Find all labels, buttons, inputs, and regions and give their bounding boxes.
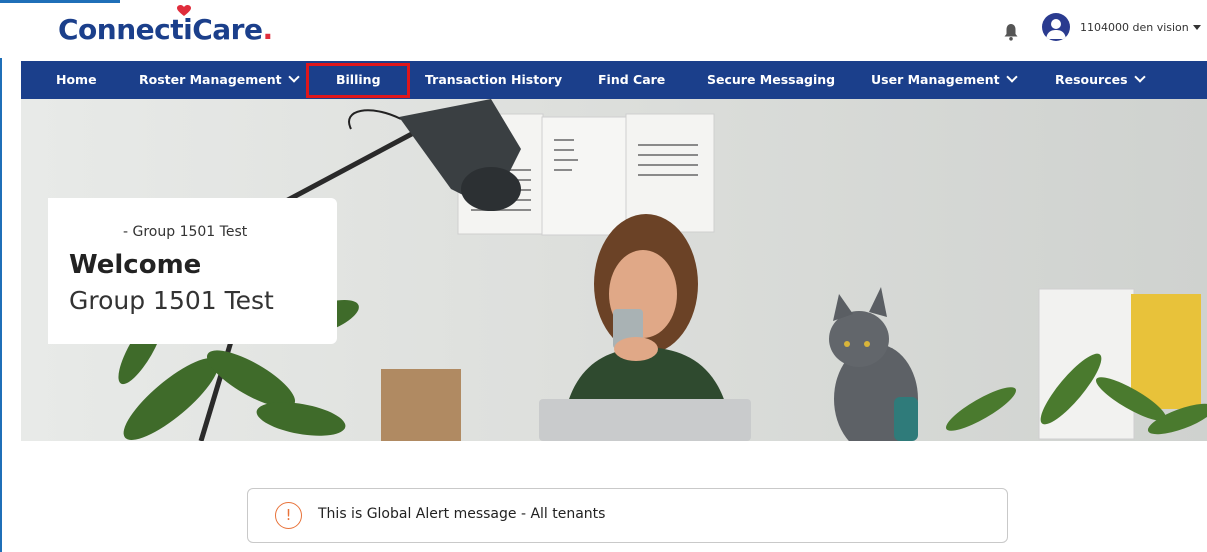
bell-icon[interactable] [1003, 23, 1019, 41]
nav-item-find-care[interactable]: Find Care [598, 61, 665, 99]
chevron-down-icon [1005, 71, 1018, 83]
logo-dot: . [262, 13, 273, 46]
nav-item-home[interactable]: Home [56, 61, 97, 99]
site-header: ConnectiCare. 1104000 den vision [0, 0, 1207, 58]
top-accent-bar [0, 0, 120, 3]
alert-message: This is Global Alert message - All tenan… [318, 506, 606, 522]
nav-item-label: Secure Messaging [707, 72, 836, 87]
caret-down-icon[interactable] [1193, 25, 1201, 30]
nav-item-label: User Management [871, 72, 1000, 87]
nav-item-resources[interactable]: Resources [1055, 61, 1146, 99]
nav-item-label: Find Care [598, 72, 666, 87]
avatar-icon[interactable] [1042, 13, 1070, 41]
chevron-down-icon [1133, 71, 1146, 83]
nav-item-label: Resources [1055, 72, 1128, 87]
nav-item-user-management[interactable]: User Management [871, 61, 1018, 99]
welcome-subtitle: - Group 1501 Test [123, 224, 248, 240]
logo-text-part2: Care [192, 13, 263, 46]
heart-logo-icon [177, 5, 191, 16]
nav-item-label: Transaction History [425, 72, 563, 87]
window-frame-edge [0, 0, 2, 552]
welcome-group-name: Group 1501 Test [69, 286, 274, 315]
connecticare-logo[interactable]: ConnectiCare. [58, 5, 273, 49]
nav-item-transaction-history[interactable]: Transaction History [425, 61, 562, 99]
user-name[interactable]: 1104000 den vision [1080, 21, 1189, 34]
nav-item-roster-management[interactable]: Roster Management [139, 61, 300, 99]
exclamation-circle-icon: ! [275, 502, 302, 529]
nav-item-label: Roster Management [139, 72, 282, 87]
nav-item-label: Home [56, 72, 97, 87]
welcome-title: Welcome [69, 250, 202, 280]
nav-item-secure-messaging[interactable]: Secure Messaging [707, 61, 835, 99]
nav-item-billing[interactable]: Billing [336, 61, 381, 99]
nav-item-label: Billing [336, 72, 381, 87]
logo-text-part1: Connecti [58, 13, 193, 46]
chevron-down-icon [287, 71, 300, 83]
main-navigation: Home Roster Management Billing Transacti… [21, 61, 1207, 99]
